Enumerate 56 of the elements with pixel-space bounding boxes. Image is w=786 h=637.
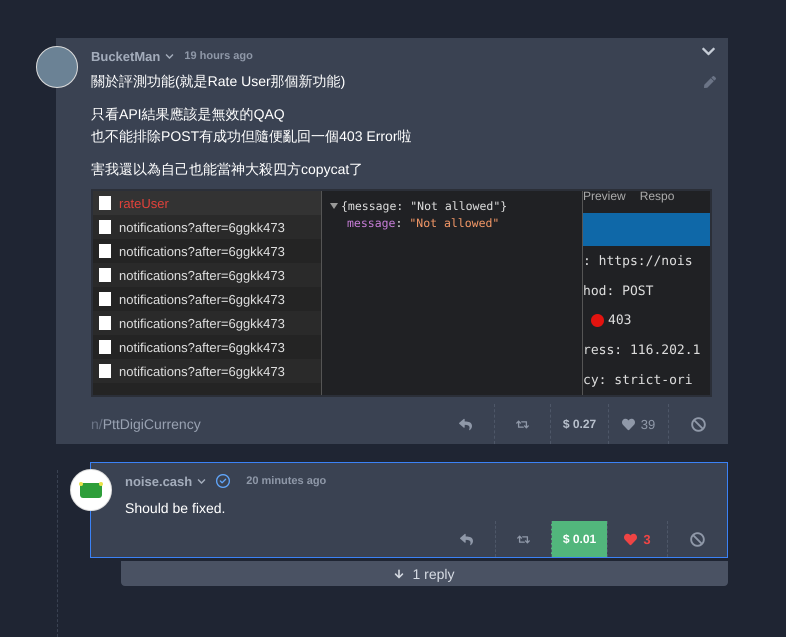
devtools-tab-label: Preview xyxy=(583,191,626,203)
file-icon xyxy=(99,340,111,354)
request-name: notifications?after=6ggkk473 xyxy=(119,244,285,258)
repost-icon xyxy=(517,532,530,546)
request-name: notifications?after=6ggkk473 xyxy=(119,364,285,378)
arrow-down-icon xyxy=(394,568,404,578)
request-name: notifications?after=6ggkk473 xyxy=(119,340,285,354)
show-replies-button[interactable]: 1 reply xyxy=(121,561,728,586)
heart-icon xyxy=(622,418,635,430)
heart-icon xyxy=(624,532,638,546)
request-name: notifications?after=6ggkk473 xyxy=(119,268,285,282)
post-text: 只看API結果應該是無效的QAQ xyxy=(91,105,285,124)
community-link[interactable]: PttDigiCurrency xyxy=(102,416,201,432)
tip-button[interactable]: $ 0.01 xyxy=(551,521,607,557)
file-icon xyxy=(99,268,111,282)
reply-arrow-icon xyxy=(460,532,472,546)
header-text: ress: 116.202.1 xyxy=(583,342,700,358)
like-button[interactable]: 39 xyxy=(608,404,668,444)
file-icon xyxy=(99,364,111,378)
block-icon xyxy=(691,416,706,432)
json-summary: {message: "Not allowed"} xyxy=(341,199,508,213)
header-text: : https://nois xyxy=(583,254,693,269)
header-text: 403 xyxy=(608,313,632,328)
author-name[interactable]: BucketMan xyxy=(91,48,160,64)
mascot-icon xyxy=(79,481,103,499)
header-text: hod: POST xyxy=(583,284,654,298)
devtools-tab-label: Respo xyxy=(640,191,674,203)
file-icon xyxy=(99,244,111,258)
chevron-down-icon[interactable] xyxy=(165,52,174,60)
header-text: cy: strict-ori xyxy=(583,372,693,388)
block-icon xyxy=(690,532,705,546)
post-text: 害我還以為自己也能當神大殺四方copycat了 xyxy=(91,160,364,179)
request-name: rateUser xyxy=(119,196,169,210)
expand-triangle-icon xyxy=(330,203,338,209)
json-property: message: "Not allowed" xyxy=(346,216,500,230)
avatar xyxy=(36,46,78,88)
reply-text: Should be fixed. xyxy=(124,499,226,518)
post-text: 也不能排除POST有成功但隨便亂回一個403 Error啦 xyxy=(91,127,412,146)
author-name[interactable]: noise.cash xyxy=(125,474,192,488)
file-icon xyxy=(99,316,111,330)
edit-icon[interactable] xyxy=(704,76,716,88)
post-time: 19 hours ago xyxy=(184,50,253,62)
repost-icon xyxy=(516,418,529,430)
file-icon xyxy=(99,196,111,210)
request-name: notifications?after=6ggkk473 xyxy=(119,292,285,306)
reply-arrow-icon xyxy=(458,418,472,430)
chevron-down-icon[interactable] xyxy=(197,476,206,486)
like-button[interactable]: 3 xyxy=(607,521,667,557)
request-name: notifications?after=6ggkk473 xyxy=(119,316,285,330)
file-icon xyxy=(99,220,111,234)
post-text: 關於評測功能(就是Rate User那個新功能) xyxy=(91,72,346,91)
request-name: notifications?after=6ggkk473 xyxy=(119,220,285,234)
reply-time: 20 minutes ago xyxy=(246,475,326,487)
file-icon xyxy=(99,292,111,306)
status-dot xyxy=(591,314,604,328)
tip-button[interactable]: $ 0.27 xyxy=(550,404,608,444)
